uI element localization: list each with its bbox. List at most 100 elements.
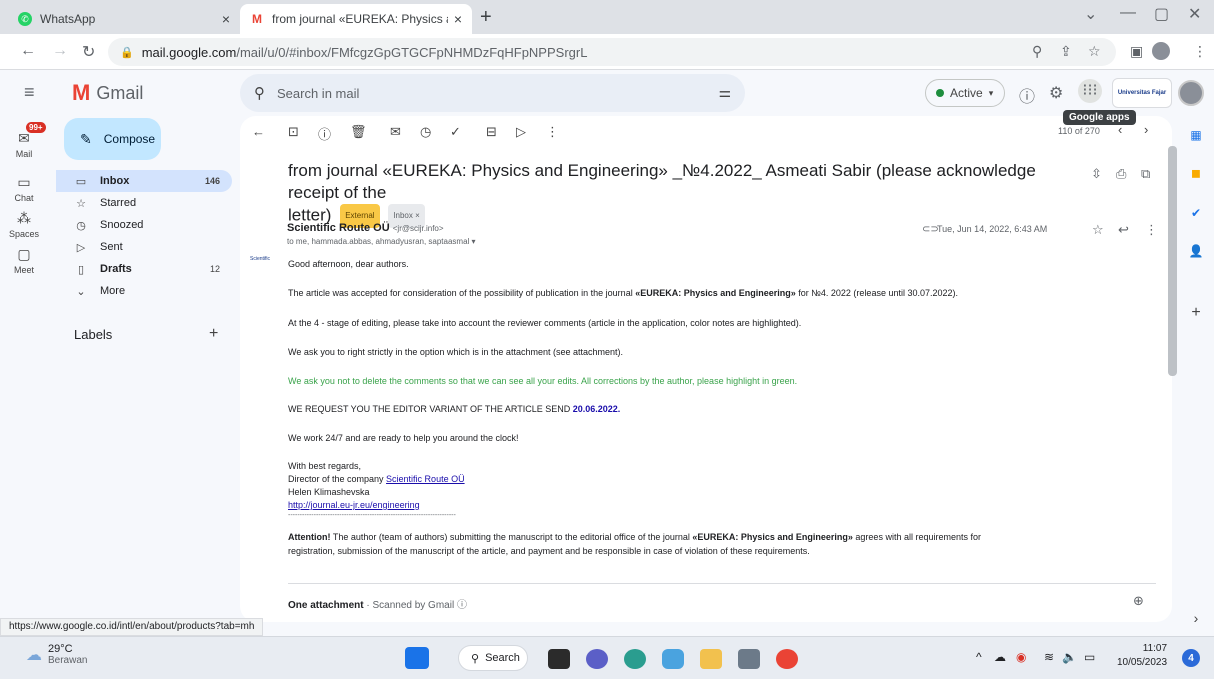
text-run: «EUREKA: Physics and Engineering» [692,532,856,542]
sidebar-item-inbox[interactable]: ▭ Inbox 146 [56,170,232,192]
taskbar-search[interactable]: ⚲ Search [458,645,528,671]
sidebar-item-sent[interactable]: ▷ Sent [56,236,232,258]
rail-chat[interactable]: ▭ Chat [0,174,48,203]
close-tab-icon[interactable]: × [454,11,462,27]
show-hidden-icons[interactable]: ^ [976,650,982,664]
account-org-logo[interactable]: Universitas Fajar [1112,78,1172,108]
journal-link[interactable]: http://journal.eu-jr.eu/engineering [288,500,420,510]
tab-gmail[interactable]: M from journal «EUREKA: Physics ar × [240,4,472,34]
show-side-panel-icon[interactable]: › [1186,610,1206,626]
status-dropdown[interactable]: Active ▾ [925,79,1005,107]
reload-icon[interactable]: ↻ [82,42,95,62]
print-icon[interactable]: ⎙ [1116,166,1126,182]
report-spam-icon[interactable]: ⓘ [318,124,331,143]
star-icon[interactable]: ☆ [1092,222,1104,238]
keep-icon[interactable]: ◼ [1186,166,1206,180]
bookmark-star-icon[interactable]: ☆ [1088,43,1101,60]
onedrive-icon[interactable]: ☁ [994,650,1006,664]
maximize-button[interactable]: ▢ [1154,4,1169,24]
message-scrollbar[interactable] [1168,146,1177,376]
older-icon[interactable]: › [1144,122,1148,137]
wifi-icon[interactable]: ≋ [1044,650,1054,664]
taskbar-search-label: Search [485,652,520,664]
minimize-button[interactable]: — [1120,4,1136,22]
search-input[interactable]: Search in mail [277,86,359,101]
search-bar[interactable]: ⚲ Search in mail ⚌ [240,74,745,112]
close-tab-icon[interactable]: × [222,11,230,27]
edge-icon[interactable] [624,649,646,669]
delete-icon[interactable]: 🗑 [350,124,367,140]
side-panel-icon[interactable]: ▣ [1130,43,1143,60]
signature-line: With best regards, [288,461,362,471]
taskbar: ☁ 29°C Berawan ⚲ Search ^ ☁ ◉ ≋ 🔈 ▭ 11:0… [0,636,1214,679]
mark-unread-icon[interactable]: ✉ [390,124,401,140]
new-tab-button[interactable]: + [480,6,492,29]
get-add-ons-icon[interactable]: + [1186,304,1206,322]
close-window-button[interactable]: ✕ [1188,4,1201,24]
company-link[interactable]: Scientific Route OÜ [386,474,465,484]
tab-search-icon[interactable]: ⌄ [1084,4,1097,24]
snooze-icon[interactable]: ◷ [420,124,431,140]
active-status-dot [936,89,944,97]
calendar-icon[interactable]: ▦ [1186,128,1206,142]
whatsapp-icon: ✆ [18,12,32,26]
google-apps-icon[interactable]: ⁝⁝⁝ [1078,79,1102,103]
compose-label: Compose [103,132,156,146]
add-label-button[interactable]: + [209,325,218,343]
zoom-icon[interactable]: ⚲ [1032,43,1042,60]
app-tray-icon[interactable]: ◉ [1016,650,1026,664]
text-run: The article was accepted for considerati… [288,288,636,298]
forward-icon[interactable]: → [52,42,68,60]
contacts-icon[interactable]: 👤 [1186,244,1206,258]
archive-icon[interactable]: ⊡ [288,124,299,140]
main-menu-icon[interactable]: ≡ [24,82,35,103]
more-options-icon[interactable]: ⋮ [546,124,559,140]
add-task-icon[interactable]: ✓ [450,124,461,140]
sidebar-item-drafts[interactable]: ▯ Drafts 12 [56,258,232,280]
profile-avatar[interactable] [1152,42,1170,60]
rail-spaces[interactable]: ⁂ Spaces [0,210,48,239]
new-window-icon[interactable]: ⧉ [1141,166,1150,182]
camera-icon[interactable] [738,649,760,669]
windows-start-icon[interactable] [405,647,429,669]
weather-widget[interactable]: ☁ 29°C Berawan [26,643,87,666]
teams-chat-icon[interactable] [586,649,608,669]
recipients[interactable]: to me, hammada.abbas, ahmadyusran, sapta… [287,237,476,246]
clock[interactable]: 11:07 10/05/2023 [1117,642,1167,670]
settings-gear-icon[interactable]: ⚙ [1049,83,1063,103]
search-options-icon[interactable]: ⚌ [718,84,731,101]
back-to-inbox-icon[interactable]: ← [252,124,265,139]
task-view-icon[interactable] [548,649,570,669]
more-options-icon[interactable]: ⋮ [1145,222,1158,238]
back-icon[interactable]: ← [20,42,36,60]
app-icon[interactable] [662,649,684,669]
expand-all-icon[interactable]: ⇳ [1091,166,1102,182]
compose-button[interactable]: ✎ Compose [64,118,161,160]
notification-badge[interactable]: 4 [1182,649,1200,667]
tab-whatsapp[interactable]: ✆ WhatsApp × [8,4,240,34]
signature-line: Helen Klimashevska [288,487,370,497]
label-icon[interactable]: ▷ [516,124,526,140]
rail-meet[interactable]: ▢ Meet [0,246,48,275]
reply-icon[interactable]: ↩ [1118,222,1129,238]
rail-mail[interactable]: ✉ Mail [0,130,48,159]
file-explorer-icon[interactable] [700,649,722,669]
tasks-icon[interactable]: ✔ [1186,206,1206,220]
chrome-menu-icon[interactable]: ⋮ [1193,43,1207,60]
sender-name[interactable]: Scientific Route OÜ [287,222,390,234]
account-avatar[interactable] [1178,80,1204,106]
move-to-icon[interactable]: ⊟ [486,124,497,140]
attachment-label: One attachment [288,600,364,611]
sidebar-item-snoozed[interactable]: ◷ Snoozed [56,214,232,236]
gmail-logo[interactable]: M Gmail [72,80,143,106]
battery-icon[interactable]: ▭ [1084,650,1095,664]
chrome-icon[interactable] [776,649,798,669]
url-bar[interactable]: 🔒 mail.google.com/mail/u/0/#inbox/FMfcgz… [108,38,1116,66]
search-icon[interactable]: ⚲ [254,84,265,102]
sidebar-item-more[interactable]: ⌄ More [56,280,232,302]
help-icon[interactable]: ⓘ [1019,83,1035,107]
add-to-drive-icon[interactable]: ⊕ [1133,593,1144,609]
volume-icon[interactable]: 🔈 [1062,650,1077,664]
share-icon[interactable]: ⇪ [1060,43,1072,60]
sidebar-item-starred[interactable]: ☆ Starred [56,192,232,214]
